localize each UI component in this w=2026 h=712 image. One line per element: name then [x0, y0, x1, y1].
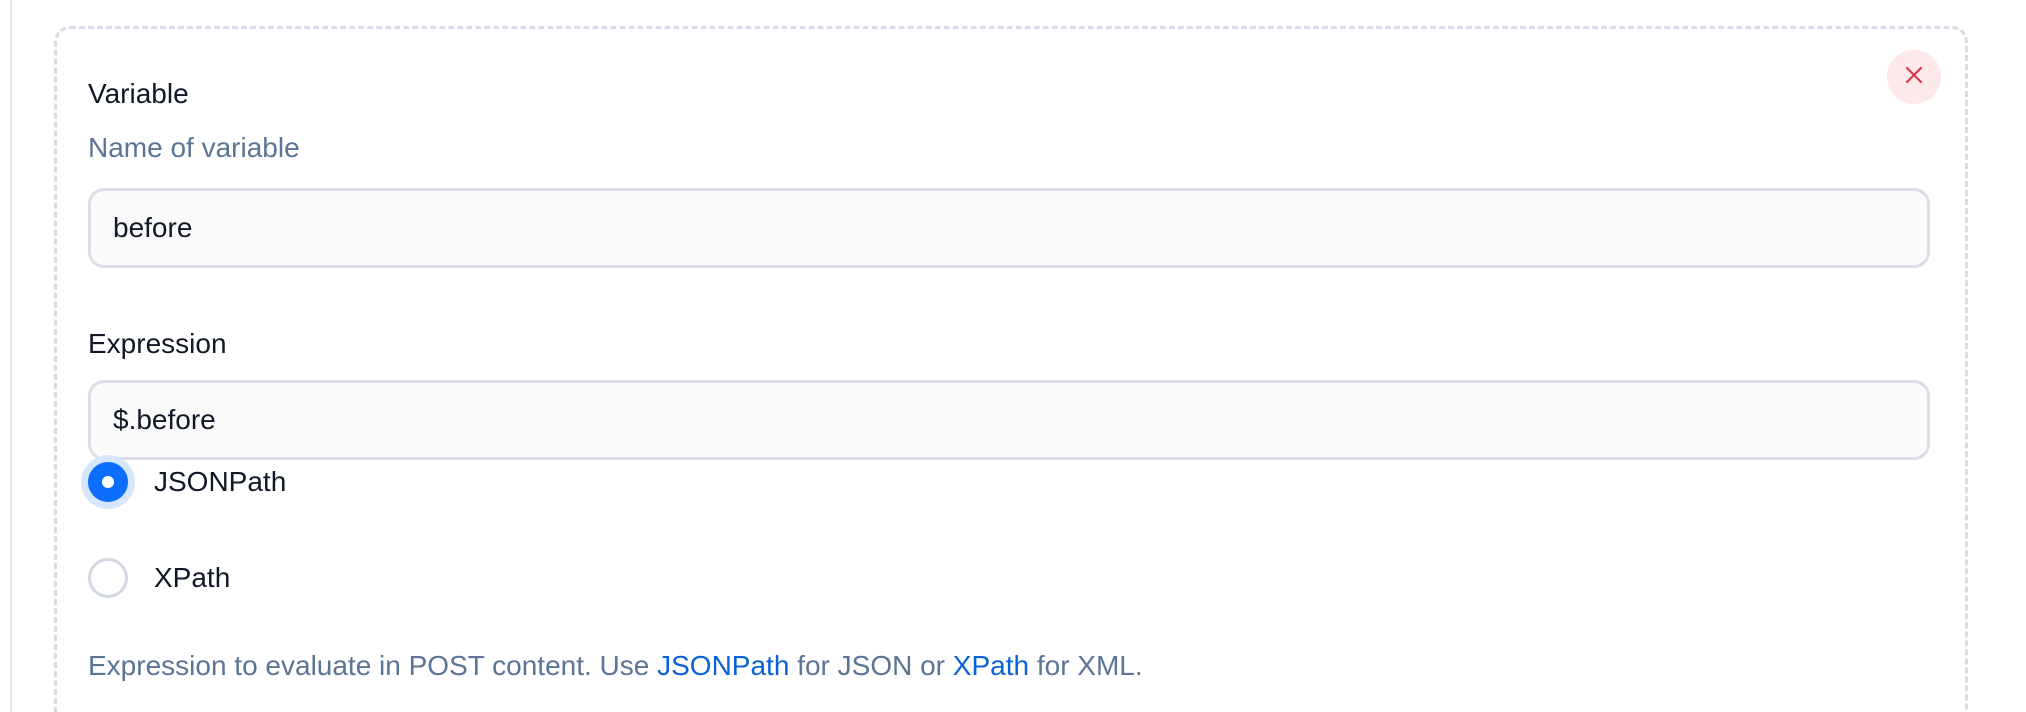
expression-label: Expression: [88, 328, 227, 359]
help-prefix: Expression to evaluate in POST content. …: [88, 650, 658, 681]
variable-hint: Name of variable: [88, 132, 300, 163]
radio-xpath-indicator[interactable]: [88, 558, 128, 598]
expression-input[interactable]: $.before: [88, 380, 1930, 460]
radio-xpath[interactable]: XPath: [88, 555, 230, 601]
variable-card: [54, 26, 1968, 712]
expression-help-text: Expression to evaluate in POST content. …: [88, 652, 1143, 680]
radio-jsonpath-indicator[interactable]: [88, 462, 128, 502]
close-icon: [1904, 65, 1924, 90]
xpath-link[interactable]: XPath: [953, 650, 1029, 681]
help-suffix: for XML.: [1029, 650, 1143, 681]
jsonpath-link[interactable]: JSONPath: [657, 650, 789, 681]
radio-xpath-label: XPath: [154, 562, 231, 593]
variable-name-value: before: [113, 212, 193, 243]
variable-name-input[interactable]: before: [88, 188, 1930, 268]
variable-label: Variable: [88, 78, 189, 109]
radio-jsonpath-label: JSONPath: [154, 466, 287, 497]
page-root: Variable Name of variable before Express…: [0, 0, 2026, 712]
left-divider: [10, 0, 12, 712]
remove-variable-button[interactable]: [1887, 50, 1941, 104]
radio-jsonpath[interactable]: JSONPath: [88, 459, 286, 505]
expression-value: $.before: [113, 404, 216, 435]
radio-selected-dot: [102, 476, 114, 488]
help-middle: for JSON or: [789, 650, 953, 681]
